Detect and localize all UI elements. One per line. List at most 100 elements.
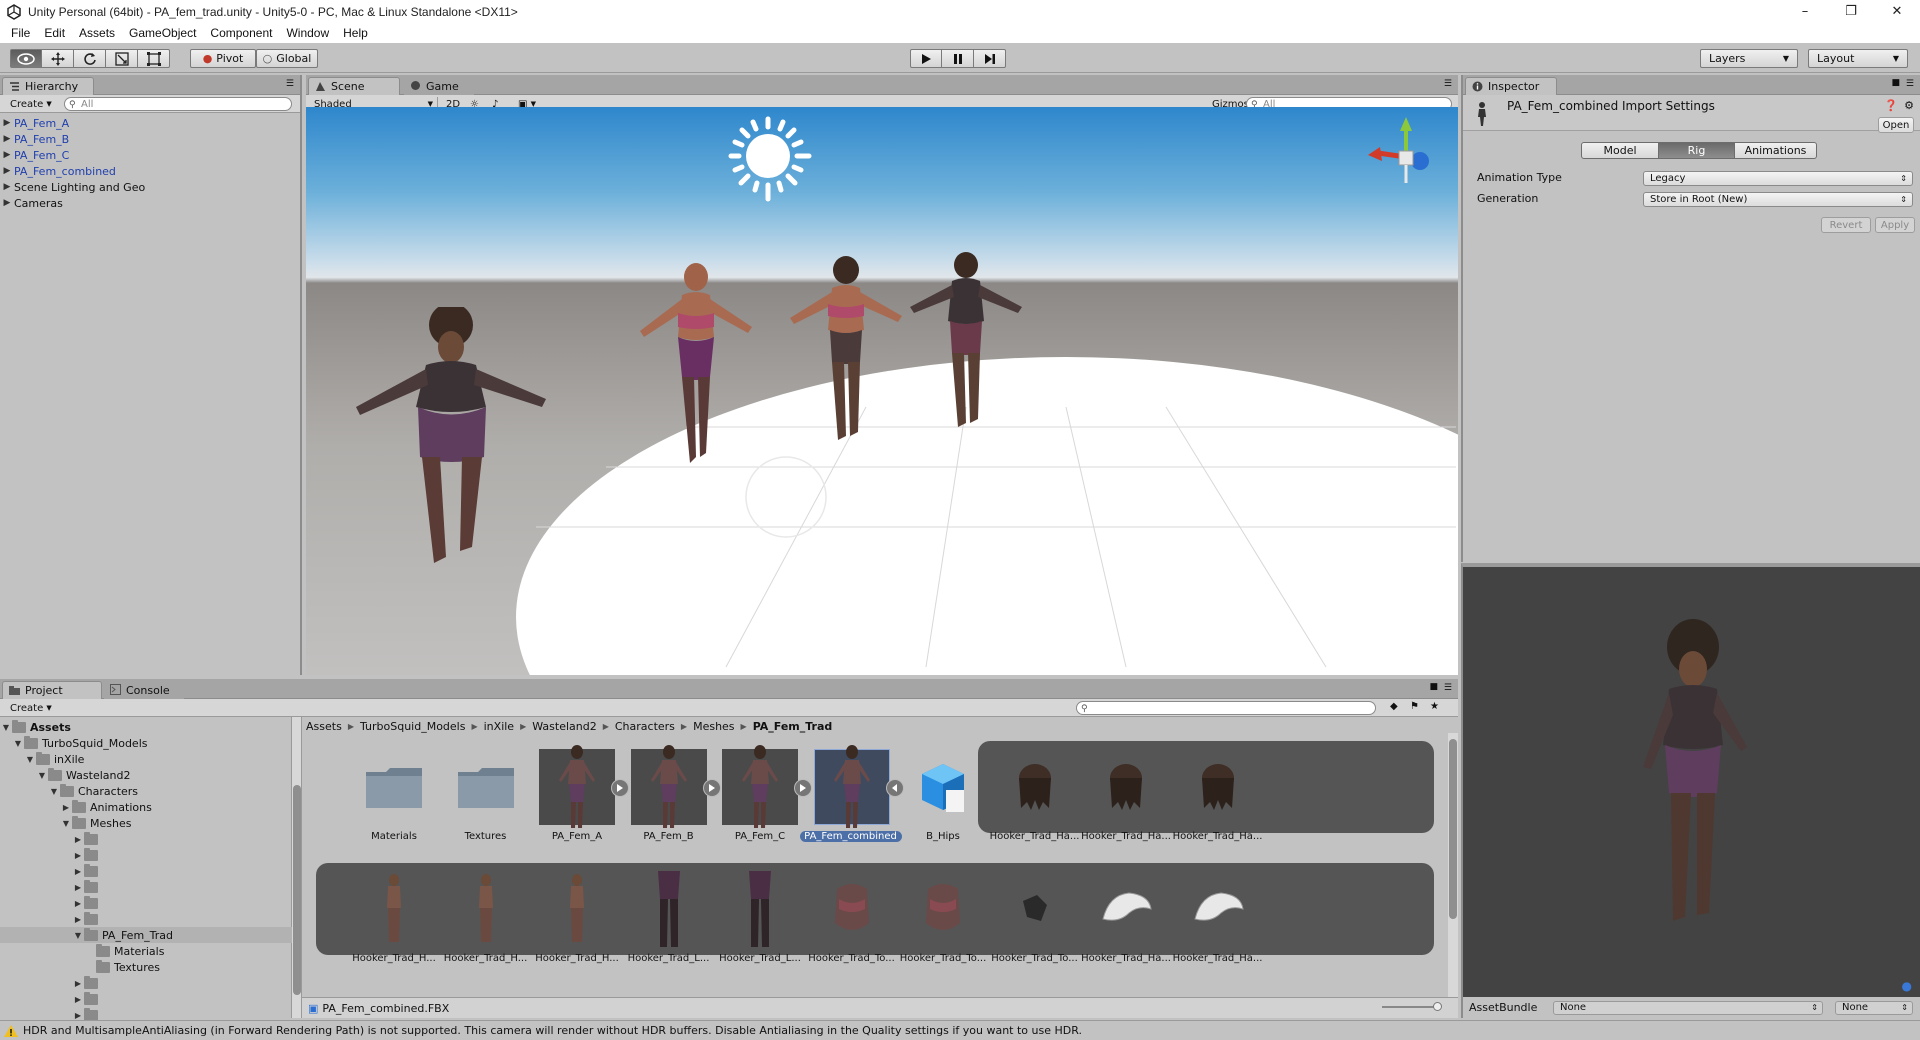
expand-arrow-icon[interactable]: ▶ bbox=[0, 134, 14, 144]
model-preview-panel[interactable]: ● AssetBundle None ⇕ None ⇕ bbox=[1461, 563, 1920, 1018]
asset-tile[interactable]: Hooker_Trad_To... bbox=[983, 871, 1087, 964]
asset-tile[interactable]: Hooker_Trad_Ha... bbox=[1166, 749, 1270, 842]
layers-dropdown[interactable]: Layers ▼ bbox=[1700, 49, 1798, 68]
expanded-arrow-icon[interactable]: ▼ bbox=[72, 931, 84, 940]
pivot-toggle[interactable]: ● Pivot bbox=[190, 49, 256, 68]
folder-tree-item[interactable]: ▼ Meshes bbox=[60, 815, 131, 831]
filter-by-type-icon[interactable]: ◆ bbox=[1390, 701, 1398, 712]
move-tool-button[interactable] bbox=[42, 49, 74, 68]
project-search-input[interactable]: ⚲ bbox=[1076, 701, 1376, 715]
menu-assets[interactable]: Assets bbox=[72, 26, 122, 40]
tab-project[interactable]: Project bbox=[2, 681, 102, 699]
hierarchy-create-button[interactable]: Create ▼ bbox=[6, 97, 56, 111]
folder-tree-item[interactable]: ▶ bbox=[72, 991, 102, 1007]
folder-tree-item[interactable]: ▶ bbox=[72, 879, 102, 895]
folder-tree-item[interactable]: ▶ bbox=[72, 895, 102, 911]
folder-tree-item[interactable]: ▼ Wasteland2 bbox=[36, 767, 130, 783]
status-bar[interactable]: HDR and MultisampleAntiAliasing (in Forw… bbox=[0, 1020, 1920, 1040]
folder-tree-item[interactable]: ▼ Assets bbox=[0, 719, 71, 735]
asset-labels-icon[interactable]: ● bbox=[1902, 979, 1912, 993]
breadcrumb-item[interactable]: PA_Fem_Trad bbox=[753, 720, 833, 733]
lock-icon[interactable]: ■ bbox=[1429, 682, 1438, 692]
collapsed-arrow-icon[interactable]: ▶ bbox=[72, 915, 84, 924]
expanded-arrow-icon[interactable]: ▼ bbox=[0, 723, 12, 732]
collapsed-arrow-icon[interactable]: ▶ bbox=[72, 835, 84, 844]
expand-arrow-icon[interactable]: ▶ bbox=[0, 182, 14, 192]
lock-icon[interactable]: ■ bbox=[1891, 78, 1900, 88]
asset-tile[interactable]: Hooker_Trad_Ha... bbox=[983, 749, 1087, 842]
expanded-arrow-icon[interactable]: ▼ bbox=[48, 787, 60, 796]
asset-tile[interactable]: Textures bbox=[434, 749, 538, 842]
hierarchy-item-pa-fem-c[interactable]: ▶ PA_Fem_C bbox=[0, 147, 70, 163]
rotate-tool-button[interactable] bbox=[74, 49, 106, 68]
folder-tree-item[interactable]: ▼ Characters bbox=[48, 783, 138, 799]
favorite-star-icon[interactable]: ★ bbox=[1430, 701, 1439, 712]
folder-tree-item[interactable]: Textures bbox=[84, 959, 160, 975]
global-toggle[interactable]: ○ Global bbox=[256, 49, 318, 68]
scrollbar-thumb[interactable] bbox=[293, 785, 301, 995]
expand-arrow-icon[interactable]: ▶ bbox=[0, 118, 14, 128]
project-create-button[interactable]: Create ▼ bbox=[6, 701, 56, 715]
expand-arrow-icon[interactable]: ▶ bbox=[0, 198, 14, 208]
asset-tile[interactable]: PA_Fem_B bbox=[617, 745, 721, 842]
asset-tile[interactable]: Hooker_Trad_Ha... bbox=[1074, 871, 1178, 964]
folder-tree-item[interactable]: ▶ bbox=[72, 911, 102, 927]
layout-dropdown[interactable]: Layout ▼ bbox=[1808, 49, 1908, 68]
breadcrumb-item[interactable]: inXile bbox=[484, 720, 514, 733]
project-tree-scrollbar[interactable] bbox=[292, 717, 302, 1018]
folder-tree-item[interactable]: ▶ bbox=[72, 863, 102, 879]
menu-window[interactable]: Window bbox=[279, 26, 336, 40]
menu-gameobject[interactable]: GameObject bbox=[122, 26, 203, 40]
generation-select[interactable]: Store in Root (New) ⇕ bbox=[1643, 192, 1913, 207]
expand-arrow-icon[interactable]: ▶ bbox=[0, 150, 14, 160]
step-button[interactable] bbox=[974, 49, 1006, 68]
menu-file[interactable]: File bbox=[4, 26, 37, 40]
collapsed-arrow-icon[interactable]: ▶ bbox=[60, 803, 72, 812]
tab-scene[interactable]: Scene bbox=[308, 77, 400, 95]
folder-tree-item[interactable]: ▶ bbox=[72, 847, 102, 863]
expanded-arrow-icon[interactable]: ▼ bbox=[12, 739, 24, 748]
character-pa-fem-c[interactable] bbox=[906, 247, 1026, 497]
hierarchy-item-cameras[interactable]: ▶ Cameras bbox=[0, 195, 63, 211]
asset-tile[interactable]: PA_Fem_A bbox=[525, 745, 629, 842]
breadcrumb-item[interactable]: Meshes bbox=[693, 720, 734, 733]
folder-tree-item[interactable]: ▶ bbox=[72, 831, 102, 847]
collapsed-arrow-icon[interactable]: ▶ bbox=[72, 867, 84, 876]
breadcrumb-item[interactable]: Wasteland2 bbox=[532, 720, 596, 733]
slider-handle[interactable] bbox=[1433, 1002, 1442, 1011]
collapsed-arrow-icon[interactable]: ▶ bbox=[72, 851, 84, 860]
gear-icon[interactable]: ⚙ bbox=[1904, 99, 1914, 112]
collapsed-arrow-icon[interactable]: ▶ bbox=[72, 1011, 84, 1020]
asset-tile[interactable]: Hooker_Trad_H... bbox=[342, 871, 446, 964]
revert-button[interactable]: Revert bbox=[1821, 217, 1871, 233]
panel-menu-icon[interactable]: ☰ bbox=[1444, 79, 1452, 89]
breadcrumb-item[interactable]: TurboSquid_Models bbox=[360, 720, 466, 733]
folder-tree-item[interactable]: ▼ PA_Fem_Trad bbox=[0, 927, 292, 943]
filter-by-label-icon[interactable]: ⚑ bbox=[1410, 701, 1419, 712]
scrollbar-thumb[interactable] bbox=[1449, 739, 1457, 919]
tab-inspector[interactable]: Inspector bbox=[1465, 77, 1557, 95]
asset-tile[interactable]: Hooker_Trad_L... bbox=[617, 871, 721, 964]
menu-help[interactable]: Help bbox=[336, 26, 375, 40]
scene-viewport[interactable] bbox=[306, 107, 1458, 675]
asset-grid-scrollbar[interactable] bbox=[1448, 733, 1458, 997]
asset-tile[interactable]: Hooker_Trad_Ha... bbox=[1166, 871, 1270, 964]
view-tool-button[interactable] bbox=[10, 49, 42, 68]
hierarchy-item-scene-lighting[interactable]: ▶ Scene Lighting and Geo bbox=[0, 179, 146, 195]
rect-tool-button[interactable] bbox=[138, 49, 170, 68]
rotation-gizmo[interactable] bbox=[736, 447, 836, 547]
help-icon[interactable]: ❓ bbox=[1884, 99, 1898, 112]
folder-tree-item[interactable]: ▶ Animations bbox=[60, 799, 152, 815]
variant-select[interactable]: None ⇕ bbox=[1835, 1000, 1913, 1015]
asset-tile[interactable]: PA_Fem_combined bbox=[799, 745, 904, 842]
character-pa-fem-combined[interactable] bbox=[336, 307, 566, 577]
folder-tree-item[interactable]: ▶ bbox=[72, 975, 102, 991]
hierarchy-item-pa-fem-b[interactable]: ▶ PA_Fem_B bbox=[0, 131, 70, 147]
hierarchy-item-pa-fem-a[interactable]: ▶ PA_Fem_A bbox=[0, 115, 70, 131]
orientation-gizmo-icon[interactable] bbox=[1366, 117, 1446, 207]
asset-tile[interactable]: Hooker_Trad_Ha... bbox=[1074, 749, 1178, 842]
menu-component[interactable]: Component bbox=[203, 26, 279, 40]
asset-tile[interactable]: Hooker_Trad_To... bbox=[800, 871, 904, 964]
close-button[interactable]: ✕ bbox=[1874, 0, 1920, 23]
minimize-button[interactable]: – bbox=[1782, 0, 1828, 23]
